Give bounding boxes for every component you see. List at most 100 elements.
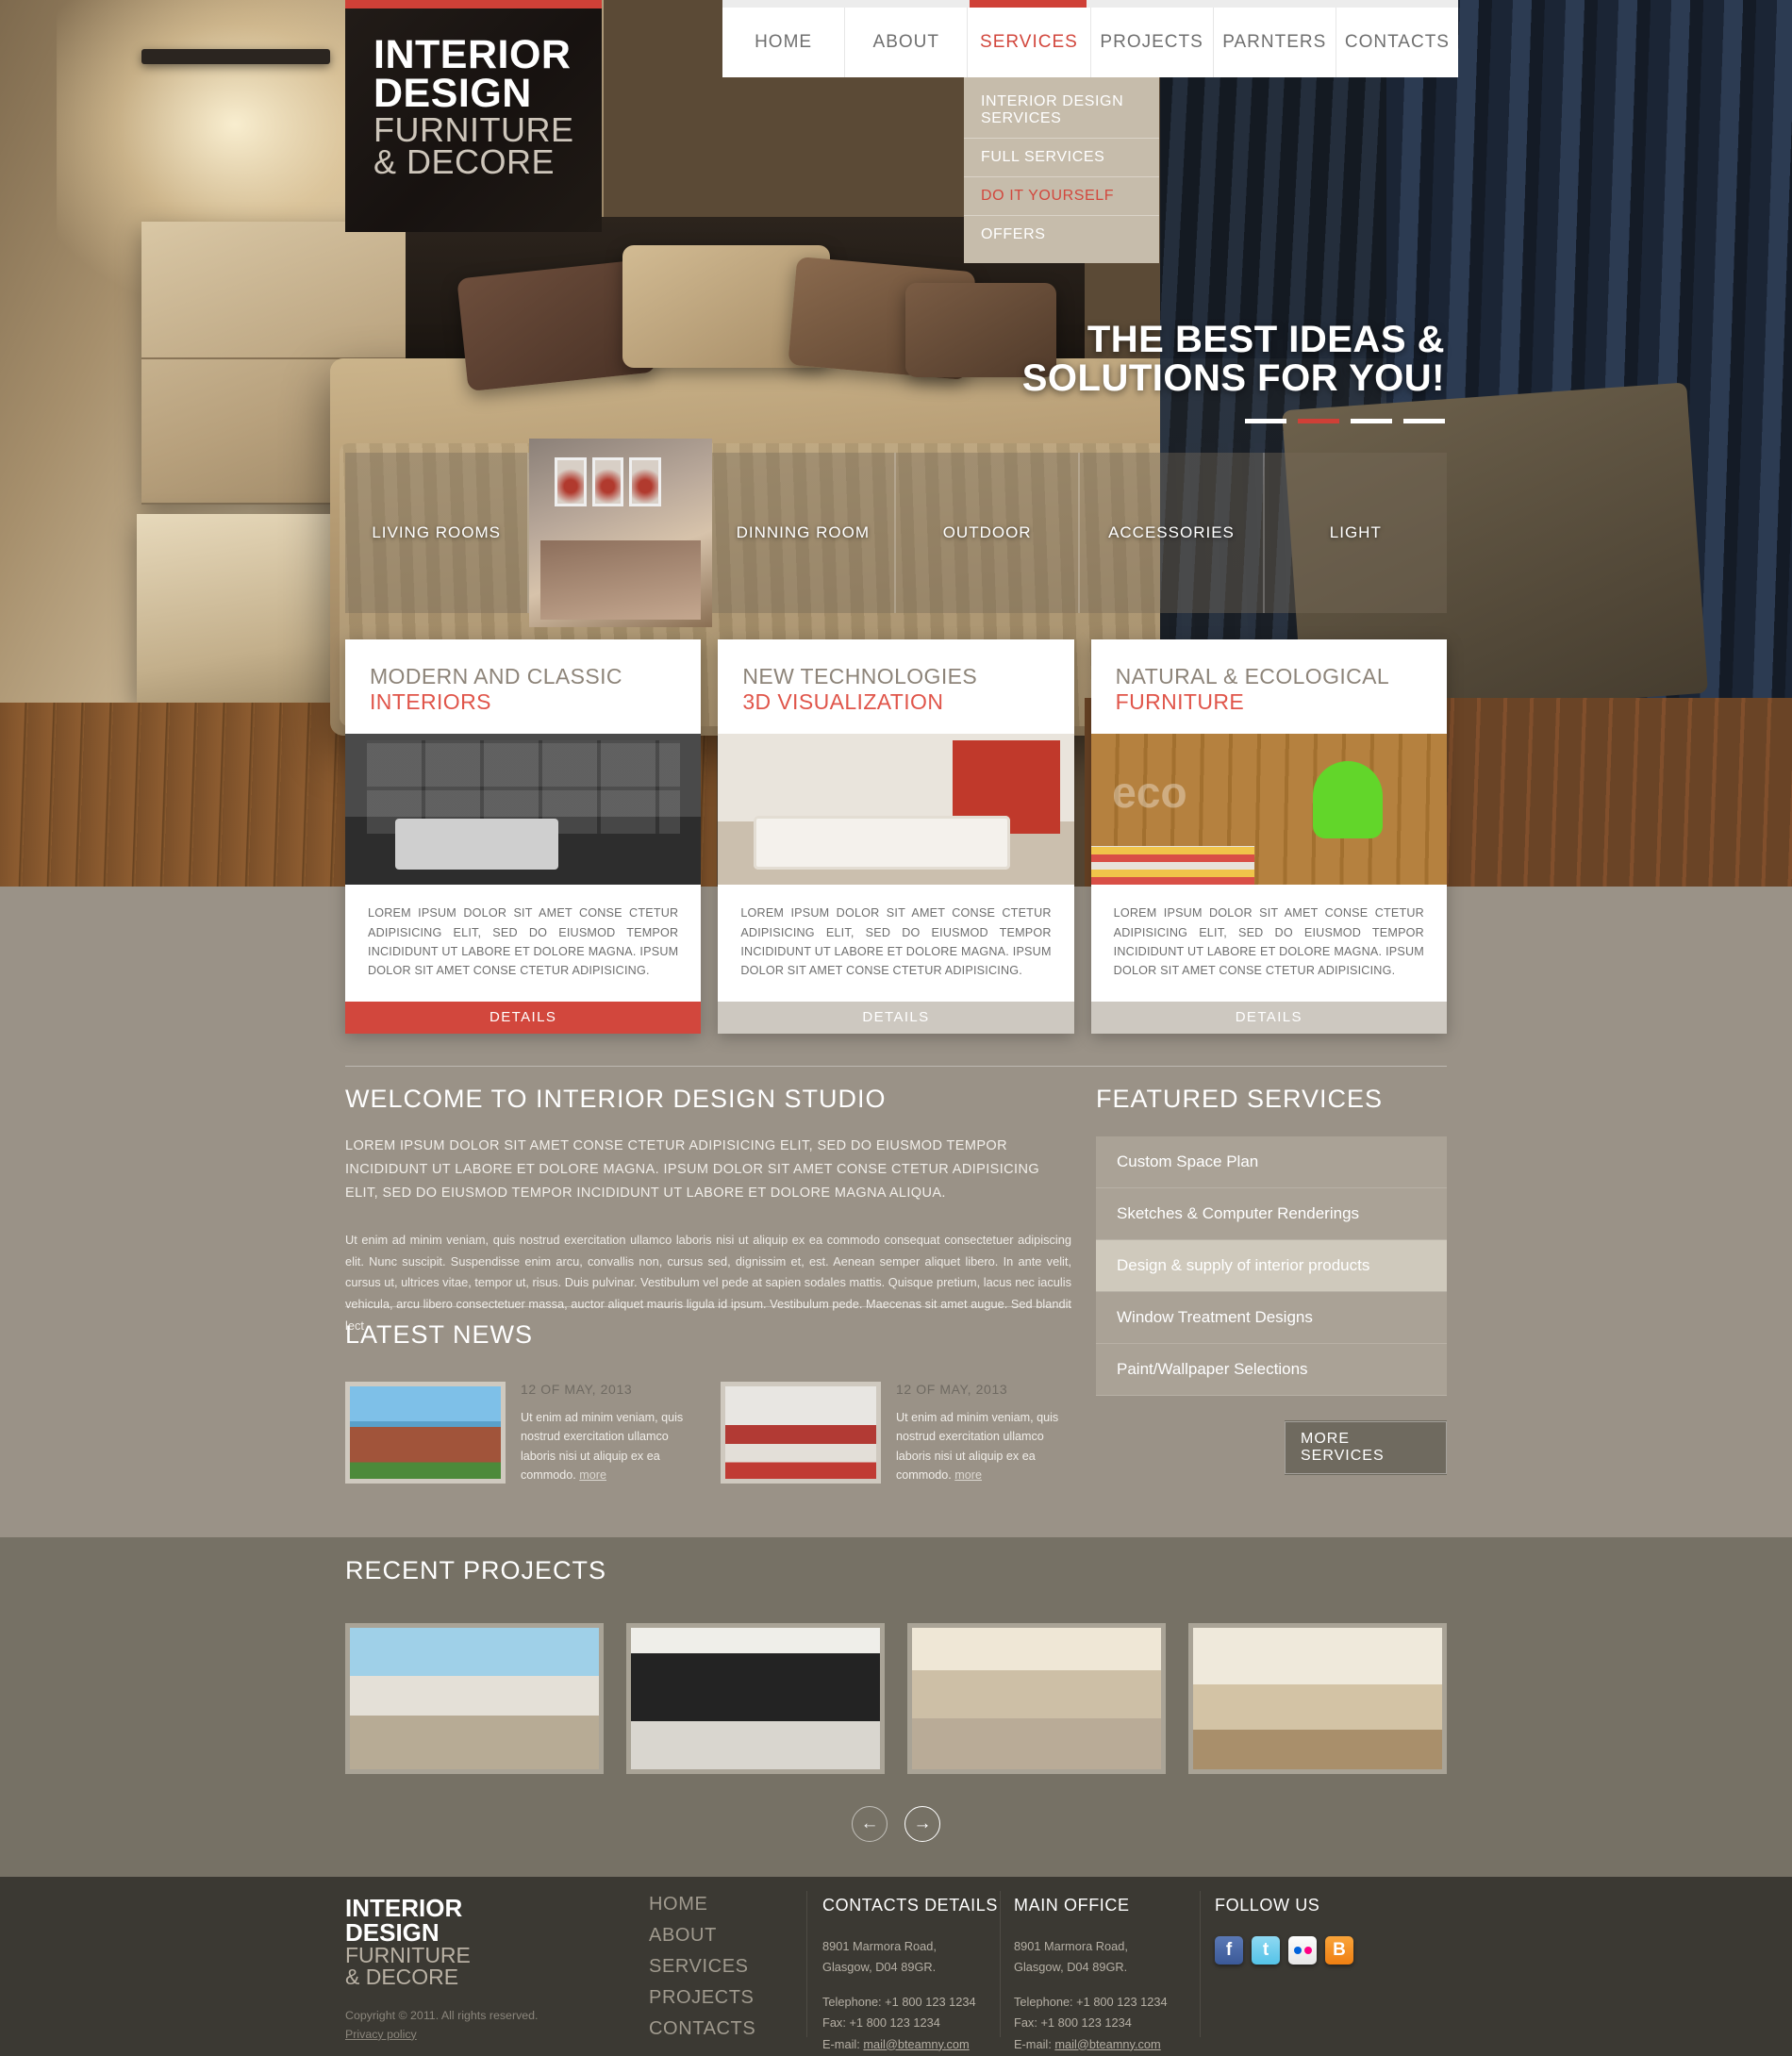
project-thumbnail[interactable]	[626, 1623, 885, 1774]
footer-nav-about[interactable]: ABOUT	[649, 1925, 790, 1947]
office-email-link[interactable]: mail@bteamny.com	[1054, 2037, 1160, 2051]
featured-services-section: FEATURED SERVICES Custom Space Plan Sketc…	[1096, 1085, 1447, 1475]
site-logo[interactable]: INTERIOR DESIGN FURNITURE & DECORE	[373, 32, 574, 182]
privacy-policy-link[interactable]: Privacy policy	[345, 2028, 417, 2041]
news-date: 12 OF MAY, 2013	[521, 1382, 633, 1397]
footer-nav-home[interactable]: HOME	[649, 1894, 790, 1915]
category-label: ACCESSORIES	[1108, 523, 1235, 541]
featured-service-item[interactable]: Window Treatment Designs	[1096, 1292, 1447, 1344]
feature-card-title-top: MODERN AND CLASSIC	[370, 664, 622, 688]
project-thumbnail[interactable]	[345, 1623, 604, 1774]
news-divider	[345, 1306, 1071, 1307]
welcome-lead-text: LOREM IPSUM DOLOR SIT AMET CONSE CTETUR …	[345, 1138, 1040, 1201]
nav-item-contacts[interactable]: CONTACTS	[1336, 8, 1459, 77]
dropdown-item-full-services[interactable]: FULL SERVICES	[964, 139, 1159, 177]
news-thumbnail[interactable]	[345, 1382, 506, 1484]
featured-service-item[interactable]: Paint/Wallpaper Selections	[1096, 1344, 1447, 1396]
dropdown-item-do-it-yourself[interactable]: DO IT YOURSELF	[964, 177, 1159, 216]
featured-services-list: Custom Space Plan Sketches & Computer Ren…	[1096, 1136, 1447, 1396]
footer-nav-services[interactable]: SERVICES	[649, 1956, 790, 1978]
news-thumbnail[interactable]	[721, 1382, 881, 1484]
carousel-prev-button[interactable]: ←	[852, 1806, 888, 1842]
office-fax: Fax: +1 800 123 1234	[1014, 2015, 1132, 2031]
footer-nav-projects[interactable]: PROJECTS	[649, 1987, 790, 2009]
hero-tagline-line-1: THE BEST IDEAS &	[1087, 319, 1445, 360]
recent-projects-heading: RECENT PROJECTS	[345, 1556, 607, 1584]
feature-card-title-top: NEW TECHNOLOGIES	[742, 664, 978, 688]
details-button[interactable]: DETAILS	[1090, 1001, 1447, 1034]
category-outdoor[interactable]: OUTDOOR	[895, 453, 1081, 613]
footer-logo-line-4: & DECORE	[345, 1965, 459, 1989]
logo-line-3: FURNITURE	[373, 109, 574, 149]
projects-list	[345, 1623, 1447, 1774]
category-living-rooms[interactable]: LIVING ROOMS	[345, 453, 530, 613]
flickr-icon[interactable]	[1288, 1936, 1317, 1965]
welcome-heading: WELCOME TO INTERIOR DESIGN STUDIO	[345, 1085, 887, 1113]
contacts-email-label: E-mail:	[822, 2036, 860, 2051]
feature-cards: MODERN AND CLASSIC INTERIORS LOREM IPSUM D…	[345, 639, 1447, 1034]
carousel-next-button[interactable]: →	[904, 1806, 940, 1842]
news-excerpt: Ut enim ad minim veniam, quis nostrud ex…	[521, 1411, 684, 1483]
featured-service-item[interactable]: Sketches & Computer Renderings	[1096, 1188, 1447, 1240]
news-excerpt: Ut enim ad minim veniam, quis nostrud ex…	[896, 1411, 1059, 1483]
nav-item-services[interactable]: SERVICES	[968, 0, 1091, 77]
footer-contacts: CONTACTS DETAILS 8901 Marmora Road, Glas…	[822, 1896, 1011, 2055]
dropdown-item-offers[interactable]: OFFERS	[964, 216, 1159, 254]
feature-card-header: MODERN AND CLASSIC INTERIORS	[345, 639, 701, 734]
contacts-telephone: Telephone: +1 800 123 1234	[822, 1994, 976, 2009]
nav-item-label: HOME	[755, 32, 813, 52]
slider-dot-1[interactable]	[1245, 419, 1286, 423]
footer-nav-contacts[interactable]: CONTACTS	[649, 2018, 790, 2040]
logo-line-4: & DECORE	[373, 142, 556, 182]
blogger-icon[interactable]: B	[1325, 1936, 1353, 1965]
logo-line-1: INTERIOR	[373, 32, 572, 77]
facebook-icon[interactable]: f	[1215, 1936, 1243, 1965]
category-light[interactable]: LIGHT	[1264, 453, 1447, 613]
featured-service-item[interactable]: Custom Space Plan	[1096, 1136, 1447, 1188]
category-thumbnail[interactable]	[529, 439, 712, 627]
details-button[interactable]: DETAILS	[718, 1001, 1074, 1034]
slider-dot-3[interactable]	[1351, 419, 1392, 423]
details-button[interactable]: DETAILS	[345, 1001, 702, 1034]
project-thumbnail[interactable]	[907, 1623, 1166, 1774]
featured-service-item[interactable]: Design & supply of interior products	[1096, 1240, 1447, 1292]
social-icons: ft B	[1215, 1936, 1460, 1965]
office-email-label: E-mail:	[1014, 2036, 1052, 2051]
nav-top-strip	[722, 0, 1458, 8]
section-divider	[345, 1066, 1447, 1067]
office-telephone: Telephone: +1 800 123 1234	[1014, 1994, 1168, 2009]
contacts-address-line-1: 8901 Marmora Road,	[822, 1939, 937, 1953]
feature-card-header: NEW TECHNOLOGIES 3D VISUALIZATION	[718, 639, 1073, 734]
feature-card-title-bottom: 3D VISUALIZATION	[742, 689, 944, 715]
office-address-line-1: 8901 Marmora Road,	[1014, 1939, 1128, 1953]
news-text: 12 OF MAY, 2013 Ut enim ad minim veniam, …	[896, 1382, 1071, 1485]
footer-logo-line-3: FURNITURE	[345, 1943, 471, 1967]
project-thumbnail[interactable]	[1188, 1623, 1447, 1774]
category-dinning-room[interactable]: DINNING ROOM	[711, 453, 896, 613]
news-more-link[interactable]: more	[954, 1468, 982, 1482]
category-strip: LIVING ROOMS DINNING ROOM OUTDOOR ACCESSORI…	[345, 439, 1447, 627]
nav-item-about[interactable]: ABOUT	[845, 8, 969, 77]
news-more-link[interactable]: more	[579, 1468, 606, 1482]
category-accessories[interactable]: ACCESSORIES	[1080, 453, 1265, 613]
dropdown-item-interior-design-services[interactable]: INTERIOR DESIGN SERVICES	[964, 83, 1159, 139]
main-navigation: HOME ABOUT SERVICES PROJECTS PARNTERS CONTACT…	[722, 0, 1459, 77]
slider-dot-2[interactable]	[1298, 419, 1339, 423]
projects-carousel-nav: ← →	[345, 1806, 1447, 1842]
slider-dot-4[interactable]	[1403, 419, 1445, 423]
feature-card-image	[1090, 734, 1447, 886]
nav-item-parnters[interactable]: PARNTERS	[1213, 8, 1336, 77]
contacts-fax: Fax: +1 800 123 1234	[822, 2015, 940, 2031]
nav-item-home[interactable]: HOME	[722, 8, 846, 77]
twitter-icon[interactable]: t	[1252, 1936, 1280, 1965]
nav-item-projects[interactable]: PROJECTS	[1090, 8, 1214, 77]
news-item: 12 OF MAY, 2013 Ut enim ad minim veniam, …	[721, 1382, 1071, 1485]
recent-projects-section: RECENT PROJECTS ← →	[345, 1556, 1447, 1842]
logo-line-2: DESIGN	[373, 71, 532, 117]
contacts-heading: CONTACTS DETAILS	[822, 1896, 998, 1915]
footer-main-office: MAIN OFFICE 8901 Marmora Road, Glasgow, …	[1014, 1896, 1212, 2055]
feature-card-title-top: NATURAL & ECOLOGICAL	[1115, 664, 1390, 688]
contacts-email-link[interactable]: mail@bteamny.com	[863, 2037, 969, 2051]
hero-tagline-line-2: SOLUTIONS FOR YOU!	[1021, 356, 1445, 399]
more-services-button[interactable]: MORE SERVICES	[1285, 1420, 1447, 1475]
